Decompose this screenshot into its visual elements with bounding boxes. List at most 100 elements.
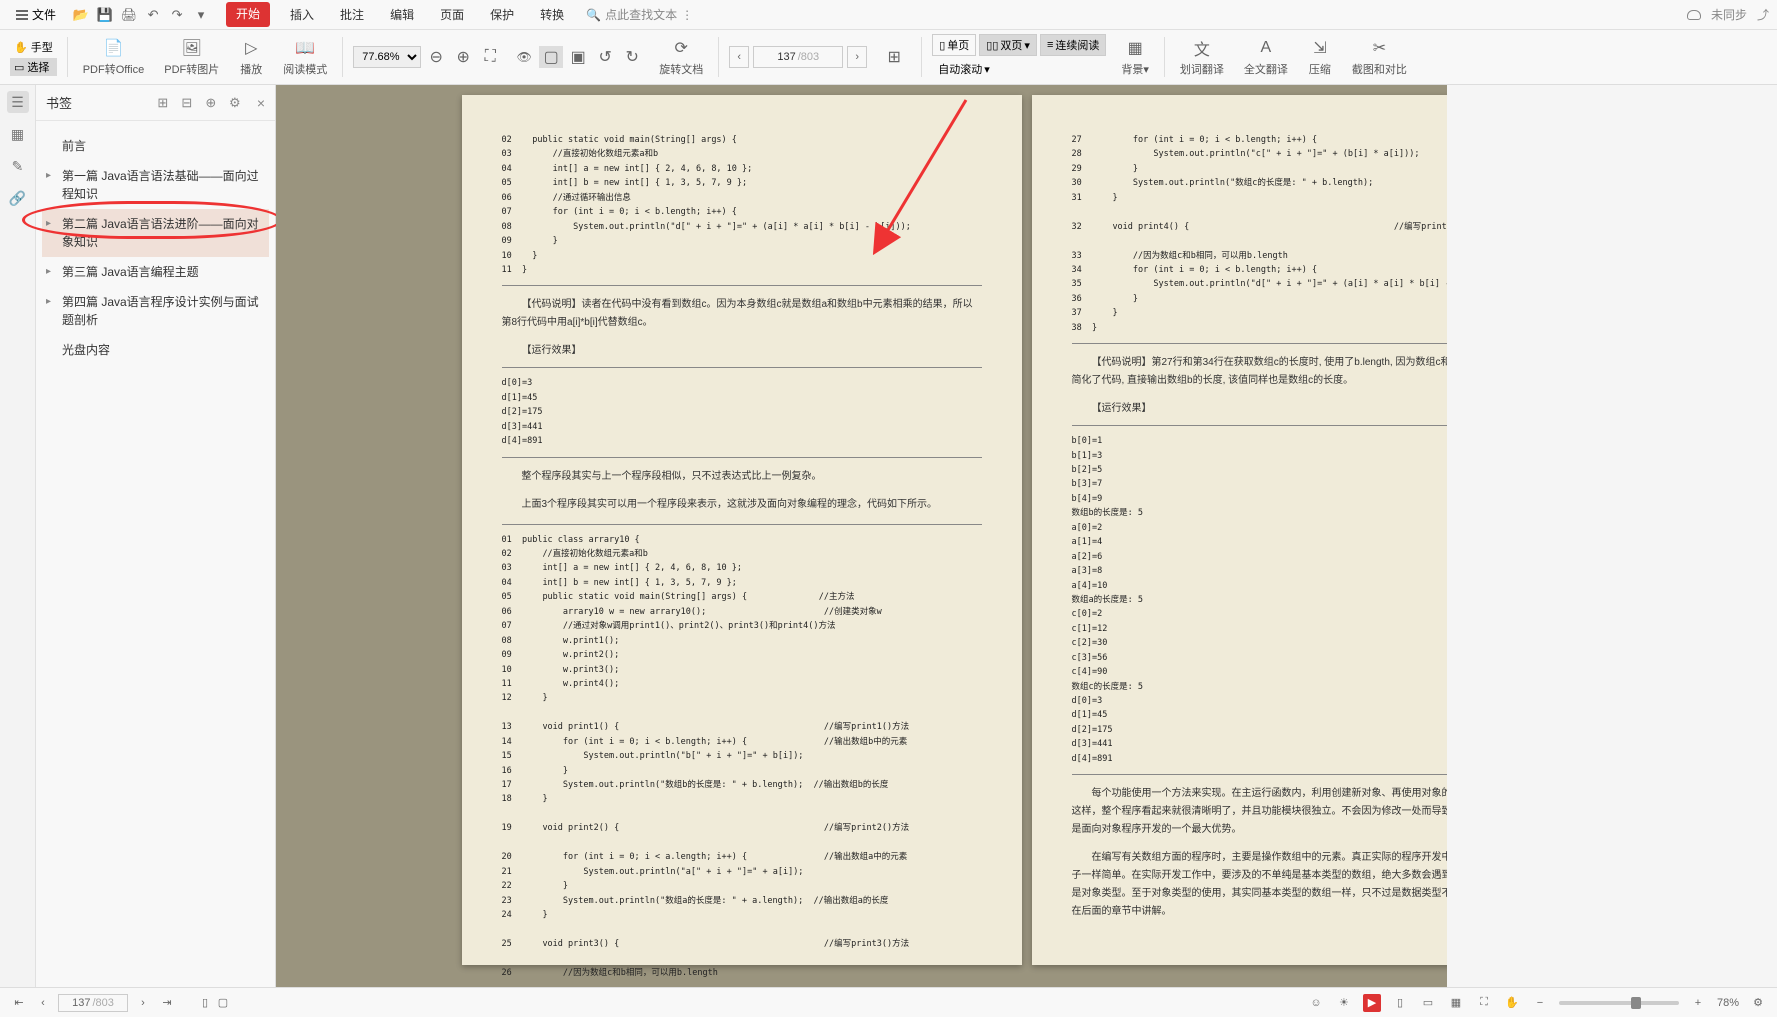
brightness-icon[interactable]: ☀ — [1335, 994, 1353, 1012]
image-icon: 🖼 — [180, 37, 204, 59]
zoom-in-status-icon[interactable]: + — [1689, 994, 1707, 1012]
page-thumb[interactable]: ⊞ — [877, 46, 911, 68]
attachment-tab-icon[interactable]: 🔗 — [7, 187, 29, 209]
rotate-doc[interactable]: ⟳ 旋转文档 — [654, 37, 708, 77]
feedback-icon[interactable]: ☺ — [1307, 994, 1325, 1012]
full-translate[interactable]: A 全文翻译 — [1239, 37, 1293, 77]
next-page-icon[interactable]: › — [134, 994, 152, 1012]
view2-icon[interactable]: ▣ — [566, 46, 590, 68]
share-icon[interactable]: ⤴ — [1757, 6, 1769, 23]
tab-start[interactable]: 开始 — [226, 2, 270, 27]
view1-icon[interactable]: ▢ — [539, 46, 563, 68]
prev-page-icon[interactable]: ‹ — [34, 994, 52, 1012]
settings-status-icon[interactable]: ⚙ — [1749, 994, 1767, 1012]
zoom-value-label: 78% — [1717, 997, 1739, 1009]
fulltrans-icon: A — [1254, 37, 1278, 59]
redo-icon[interactable]: ↷ — [168, 6, 186, 24]
expand-icon[interactable]: ▸ — [46, 294, 51, 309]
next-page[interactable]: › — [847, 46, 867, 68]
separator — [342, 37, 343, 77]
book-icon: 📖 — [293, 37, 317, 59]
pdf-to-office[interactable]: 📄 PDF转Office — [78, 37, 150, 77]
zoom-out-icon[interactable]: ⊖ — [424, 46, 448, 68]
thumb-icon: ⊞ — [882, 46, 906, 68]
options-icon[interactable]: ⚙ — [227, 95, 243, 111]
single-page-btn[interactable]: ▯单页 — [932, 34, 976, 56]
zoom-slider[interactable] — [1559, 1001, 1679, 1005]
select-tool[interactable]: ▭选择 — [10, 58, 57, 76]
page-input[interactable]: 137 /803 — [753, 46, 843, 68]
dropdown-icon[interactable]: ▾ — [192, 6, 210, 24]
selection-tools: ✋手型 ▭选择 — [10, 38, 57, 76]
hand-status-icon[interactable]: ✋ — [1503, 994, 1521, 1012]
bookmark-item-selected[interactable]: ▸第二篇 Java语言语法进阶——面向对象知识 — [42, 209, 269, 257]
page-spread: 02 public static void main(String[] args… — [462, 95, 1592, 965]
page-layout-icon[interactable]: ▯ — [196, 994, 214, 1012]
comment-tab-icon[interactable]: ✎ — [7, 155, 29, 177]
continuous-btn[interactable]: ≡连续阅读 — [1040, 34, 1106, 56]
pdf-to-image[interactable]: 🖼 PDF转图片 — [159, 37, 224, 77]
eye-icon[interactable]: 👁 — [512, 46, 536, 68]
prev-page[interactable]: ‹ — [729, 46, 749, 68]
tab-comment[interactable]: 批注 — [334, 2, 370, 27]
status-nav: ⇤ ‹ — [10, 994, 52, 1012]
fullscreen-icon[interactable]: ⛶ — [1475, 994, 1493, 1012]
view-mode2-icon[interactable]: ▭ — [1419, 994, 1437, 1012]
play-button[interactable]: ▷ 播放 — [234, 37, 268, 77]
background-btn[interactable]: ▦ 背景▾ — [1116, 37, 1154, 77]
separator — [921, 37, 922, 77]
bookmark-item[interactable]: ▸第四篇 Java语言程序设计实例与面试题剖析 — [42, 287, 269, 335]
first-page-icon[interactable]: ⇤ — [10, 994, 28, 1012]
bookmark-item[interactable]: 前言 — [42, 131, 269, 161]
chevron-down-icon: ▾ — [984, 63, 990, 76]
auto-scroll-btn[interactable]: 自动滚动▾ — [932, 58, 996, 80]
bookmark-item[interactable]: ▸第三篇 Java语言编程主题 — [42, 257, 269, 287]
fit-icon[interactable]: ⛶ — [478, 46, 502, 68]
sync-status[interactable]: 未同步 ⤴ — [1687, 6, 1769, 23]
view-mode1-icon[interactable]: ▯ — [1391, 994, 1409, 1012]
status-right: ☺ ☀ ▶ ▯ ▭ ▦ ⛶ ✋ − + 78% ⚙ — [1307, 994, 1767, 1012]
expand-icon[interactable]: ▸ — [46, 168, 51, 183]
zoom-in-icon[interactable]: ⊕ — [451, 46, 475, 68]
screenshot-btn[interactable]: ✂ 截图和对比 — [1347, 37, 1412, 77]
status-nav2: › ⇥ — [134, 994, 176, 1012]
undo-icon[interactable]: ↶ — [144, 6, 162, 24]
rotate-left-icon[interactable]: ↺ — [593, 46, 617, 68]
expand-all-icon[interactable]: ⊞ — [155, 95, 171, 111]
print-icon[interactable]: 🖨 — [120, 6, 138, 24]
zoom-select[interactable]: 77.68% — [353, 46, 421, 68]
tab-protect[interactable]: 保护 — [484, 2, 520, 27]
last-page-icon[interactable]: ⇥ — [158, 994, 176, 1012]
bookmark-item[interactable]: ▸第一篇 Java语言语法基础——面向过程知识 — [42, 161, 269, 209]
zoom-out-status-icon[interactable]: − — [1531, 994, 1549, 1012]
open-icon[interactable]: 📂 — [72, 6, 90, 24]
view-mode3-icon[interactable]: ▦ — [1447, 994, 1465, 1012]
compress-btn[interactable]: ⇲ 压缩 — [1303, 37, 1337, 77]
word-translate[interactable]: 文 划词翻译 — [1175, 37, 1229, 77]
hamburger-icon — [16, 10, 28, 20]
double-icon: ▯▯ — [986, 39, 998, 52]
double-page-btn[interactable]: ▯▯双页▾ — [979, 34, 1037, 56]
bookmark-item[interactable]: 光盘内容 — [42, 335, 269, 365]
page-layout2-icon[interactable]: ▢ — [214, 994, 232, 1012]
zoom-handle[interactable] — [1631, 997, 1641, 1009]
tab-page[interactable]: 页面 — [434, 2, 470, 27]
collapse-all-icon[interactable]: ⊟ — [179, 95, 195, 111]
bookmark-tab-icon[interactable]: ☰ — [7, 91, 29, 113]
expand-icon[interactable]: ▸ — [46, 264, 51, 279]
file-menu[interactable]: 文件 — [8, 2, 64, 27]
tab-insert[interactable]: 插入 — [284, 2, 320, 27]
tab-edit[interactable]: 编辑 — [384, 2, 420, 27]
read-mode[interactable]: 📖 阅读模式 — [278, 37, 332, 77]
status-page-input[interactable]: 137 /803 — [58, 994, 128, 1012]
play-status-icon[interactable]: ▶ — [1363, 994, 1381, 1012]
add-bookmark-icon[interactable]: ⊕ — [203, 95, 219, 111]
expand-icon[interactable]: ▸ — [46, 216, 51, 231]
close-panel-icon[interactable]: × — [257, 95, 265, 111]
tab-convert[interactable]: 转换 — [534, 2, 570, 27]
thumbnail-tab-icon[interactable]: ▦ — [7, 123, 29, 145]
search-box[interactable]: 🔍 点此查找文本 ⋮ — [586, 6, 693, 23]
rotate-right-icon[interactable]: ↻ — [620, 46, 644, 68]
hand-tool[interactable]: ✋手型 — [10, 38, 57, 56]
save-icon[interactable]: 💾 — [96, 6, 114, 24]
